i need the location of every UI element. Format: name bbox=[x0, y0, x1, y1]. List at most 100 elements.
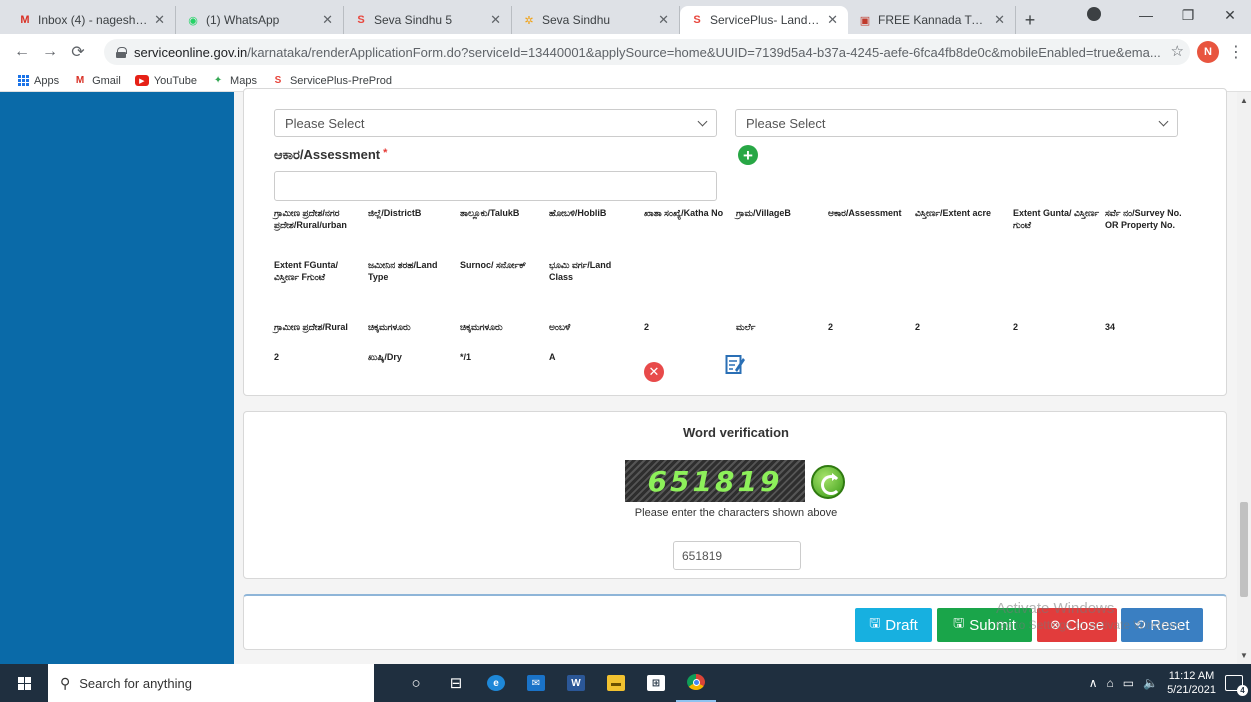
browser-menu-icon[interactable]: ⋮ bbox=[1228, 42, 1244, 62]
volume-icon[interactable]: 🔈 bbox=[1143, 676, 1158, 690]
edge-icon[interactable]: e bbox=[476, 664, 516, 702]
action-bar: 🖫 Draft 🖫 Submit ⊗ Close ⟲ Reset Activate Wi… bbox=[243, 594, 1227, 650]
table-cell: ಖುಷ್ಕಿ/Dry bbox=[368, 352, 402, 362]
close-window-icon[interactable]: ✕ bbox=[1209, 7, 1251, 24]
file-explorer-icon[interactable]: ▬ bbox=[596, 664, 636, 702]
table-header-cell: ತಾಲ್ಲೂಕು/TalukB bbox=[460, 208, 520, 218]
profile-avatar[interactable]: N bbox=[1197, 41, 1219, 63]
reload-icon[interactable]: ⟳ bbox=[64, 42, 92, 62]
table-header-cell: ಹೋಬಳಿ/HobliB bbox=[549, 208, 607, 218]
maps-icon: ✦ bbox=[213, 75, 223, 86]
bookmark-apps[interactable]: Apps bbox=[18, 75, 59, 87]
table-header-cell: Extent Gunta/ ವಿಸ್ತೀರ್ಣ ಗುಂಟೆ bbox=[1013, 208, 1099, 230]
back-icon[interactable]: ← bbox=[8, 43, 36, 61]
bookmark-label: YouTube bbox=[153, 74, 198, 87]
table-header-cell: ಭೂಮಿ ವರ್ಗ/Land Class bbox=[549, 260, 612, 282]
bookmark-label: Gmail bbox=[92, 74, 121, 87]
gmail-icon: M bbox=[20, 14, 30, 26]
table-header-cell: ಖಾತಾ ಸಂಖ್ಯೆ/Katha No bbox=[644, 208, 724, 218]
windows-start-icon[interactable] bbox=[0, 664, 48, 702]
mail-icon[interactable]: ✉ bbox=[516, 664, 556, 702]
chrome-icon[interactable] bbox=[676, 664, 716, 702]
system-clock[interactable]: 11:12 AM 5/21/2021 bbox=[1167, 669, 1216, 697]
tab-title: Seva Sindhu 5 bbox=[374, 13, 453, 27]
tab-title: Inbox (4) - nageshnme bbox=[38, 13, 149, 27]
taskbar-search[interactable]: ⚲ Search for anything bbox=[48, 664, 374, 702]
chevron-up-icon[interactable]: ∧ bbox=[1089, 676, 1098, 690]
table-header-cell: ಆಕಾರ/Assessment bbox=[828, 208, 902, 218]
browser-tab-strip: M Inbox (4) - nageshnme ✕ ◉ (1) WhatsApp ✕ S Se… bbox=[0, 0, 1251, 34]
table-header-cell: Extent FGunta/ ವಿಸ್ತೀರ್ಣ Fಗುಂಟೆ bbox=[274, 260, 339, 282]
bookmark-serviceplus[interactable]: S ServicePlus-PreProd bbox=[271, 75, 392, 87]
table-header-cell: ಸರ್ವೆ ನಂ/Survey No. OR Property No. bbox=[1105, 208, 1182, 230]
bookmark-label: Maps bbox=[230, 74, 257, 87]
restore-icon[interactable]: ❐ bbox=[1167, 7, 1209, 24]
minimize-icon[interactable]: — bbox=[1125, 7, 1167, 23]
close-button[interactable]: ⊗ Close bbox=[1037, 608, 1117, 642]
browser-tab[interactable]: ▣ FREE Kannada Typing ✕ bbox=[848, 6, 1016, 34]
page-scrollbar[interactable]: ▲ ▼ bbox=[1237, 92, 1251, 664]
browser-toolbar: ← → ⟳ serviceonline.gov.in /karnataka/re… bbox=[0, 34, 1251, 70]
add-row-button[interactable]: + bbox=[738, 145, 758, 165]
chevron-down-icon bbox=[1158, 116, 1169, 127]
bookmark-youtube[interactable]: ▶ YouTube bbox=[134, 74, 198, 87]
reset-button[interactable]: ⟲ Reset bbox=[1121, 608, 1203, 642]
browser-tab[interactable]: S Seva Sindhu 5 ✕ bbox=[344, 6, 512, 34]
captcha-hint: Please enter the characters shown above bbox=[634, 507, 838, 519]
table-cell: 2 bbox=[828, 322, 834, 332]
browser-profile-icon[interactable] bbox=[1087, 7, 1101, 21]
address-bar[interactable]: serviceonline.gov.in /karnataka/renderAp… bbox=[104, 39, 1190, 65]
close-tab-icon[interactable]: ✕ bbox=[994, 12, 1005, 28]
land-type-select[interactable]: Please Select bbox=[274, 109, 717, 137]
task-view-icon[interactable]: ⊟ bbox=[436, 664, 476, 702]
table-header-cell: ಜಮೀನಿನ ತರಹ/Land Type bbox=[368, 260, 438, 282]
close-tab-icon[interactable]: ✕ bbox=[658, 12, 669, 28]
delete-row-icon[interactable]: ✕ bbox=[644, 362, 664, 382]
display-icon[interactable]: ▭ bbox=[1123, 676, 1134, 690]
scroll-down-icon[interactable]: ▼ bbox=[1240, 651, 1248, 660]
land-class-select[interactable]: Please Select bbox=[735, 109, 1178, 137]
table-header-cell: ಜಿಲ್ಲೆ/DistrictB bbox=[368, 208, 422, 218]
form-content: Please Select Please Select ಆಕಾರ/Assessm… bbox=[234, 88, 1237, 664]
kannada-typing-icon: ▣ bbox=[859, 14, 871, 27]
close-tab-icon[interactable]: ✕ bbox=[154, 12, 165, 28]
bookmark-gmail[interactable]: M Gmail bbox=[73, 75, 121, 87]
table-header-cell: ಗ್ರಾಮ/VillageB bbox=[736, 208, 791, 218]
notification-icon[interactable]: 4 bbox=[1225, 675, 1248, 696]
refresh-captcha-icon[interactable] bbox=[811, 465, 845, 499]
cortana-icon[interactable]: ○ bbox=[396, 664, 436, 702]
bookmark-maps[interactable]: ✦ Maps bbox=[211, 75, 257, 87]
scrollbar-thumb[interactable] bbox=[1240, 502, 1248, 597]
word-verification-title: Word verification bbox=[683, 425, 789, 440]
url-path: /karnataka/renderApplicationForm.do?serv… bbox=[247, 44, 1161, 60]
close-tab-icon[interactable]: ✕ bbox=[827, 12, 838, 28]
forward-icon[interactable]: → bbox=[36, 43, 64, 61]
table-header-cell: Surnoc/ ಸರ್ನೋಕ್ bbox=[460, 260, 527, 270]
system-tray: ∧ ⌂ ▭ 🔈 11:12 AM 5/21/2021 4 bbox=[1089, 664, 1251, 702]
word-icon[interactable]: W bbox=[556, 664, 596, 702]
scroll-up-icon[interactable]: ▲ bbox=[1240, 96, 1248, 105]
browser-tab[interactable]: ✲ Seva Sindhu ✕ bbox=[512, 6, 680, 34]
windows-taskbar: ⚲ Search for anything ○ ⊟ e ✉ W ▬ ⊞ ∧ ⌂ … bbox=[0, 664, 1251, 702]
close-tab-icon[interactable]: ✕ bbox=[322, 12, 333, 28]
captcha-input[interactable]: 651819 bbox=[673, 541, 801, 570]
browser-tab[interactable]: S ServicePlus- Land Hol ✕ bbox=[680, 6, 848, 34]
close-tab-icon[interactable]: ✕ bbox=[490, 12, 501, 28]
browser-tab[interactable]: ◉ (1) WhatsApp ✕ bbox=[176, 6, 344, 34]
table-cell: ಅಂಬಳೆ bbox=[549, 322, 571, 332]
window-controls: — ❐ ✕ bbox=[1125, 0, 1251, 30]
table-header-cell: ಗ್ರಾಮೀಣ ಪ್ರದೇಶ/ನಗರ ಪ್ರದೇಶ/Rural/urban bbox=[274, 208, 347, 230]
new-tab-button[interactable]: + bbox=[1016, 6, 1044, 34]
draft-button[interactable]: 🖫 Draft bbox=[855, 608, 932, 642]
store-icon[interactable]: ⊞ bbox=[636, 664, 676, 702]
submit-button[interactable]: 🖫 Submit bbox=[937, 608, 1032, 642]
network-icon[interactable]: ⌂ bbox=[1107, 676, 1114, 690]
bookmark-star-icon[interactable]: ☆ bbox=[1171, 42, 1184, 60]
assessment-input[interactable] bbox=[274, 171, 717, 201]
left-sidebar bbox=[0, 92, 234, 664]
save-icon: 🖫 bbox=[953, 615, 965, 630]
word-verification-card: Word verification 651819 Please enter th… bbox=[243, 411, 1227, 579]
browser-tab[interactable]: M Inbox (4) - nageshnme ✕ bbox=[8, 6, 176, 34]
edit-row-icon[interactable] bbox=[725, 353, 745, 375]
lock-icon bbox=[116, 46, 127, 58]
